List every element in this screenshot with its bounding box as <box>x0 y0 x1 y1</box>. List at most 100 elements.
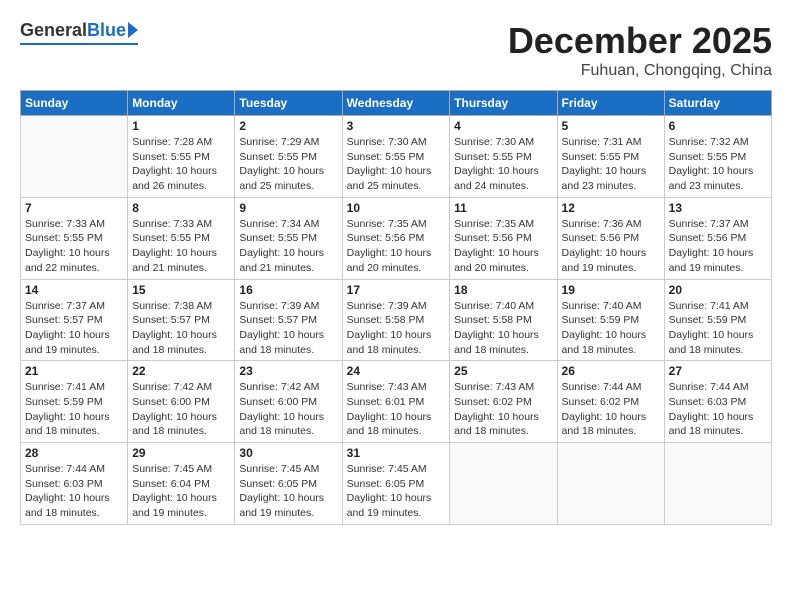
day-number: 7 <box>25 201 123 215</box>
day-info: Sunrise: 7:36 AM Sunset: 5:56 PM Dayligh… <box>562 217 660 276</box>
calendar-cell: 29 Sunrise: 7:45 AM Sunset: 6:04 PM Dayli… <box>128 443 235 525</box>
day-info: Sunrise: 7:42 AM Sunset: 6:00 PM Dayligh… <box>132 380 230 439</box>
day-info: Sunrise: 7:35 AM Sunset: 5:56 PM Dayligh… <box>347 217 446 276</box>
calendar-cell: 26Sunrise: 7:44 AM Sunset: 6:02 PM Dayli… <box>557 361 664 443</box>
day-number: 16 <box>239 283 337 297</box>
month-title: December 2025 <box>508 20 772 62</box>
day-info: Sunrise: 7:44 AM Sunset: 6:03 PM Dayligh… <box>25 462 123 521</box>
calendar-cell: 22 Sunrise: 7:42 AM Sunset: 6:00 PM Dayli… <box>128 361 235 443</box>
calendar-cell: 7 Sunrise: 7:33 AM Sunset: 5:55 PM Daylig… <box>21 197 128 279</box>
calendar-table: SundayMondayTuesdayWednesdayThursdayFrid… <box>20 90 772 525</box>
calendar-cell: 1 Sunrise: 7:28 AM Sunset: 5:55 PM Daylig… <box>128 116 235 198</box>
day-number: 23 <box>239 364 337 378</box>
calendar-cell: 30 Sunrise: 7:45 AM Sunset: 6:05 PM Dayli… <box>235 443 342 525</box>
day-info: Sunrise: 7:43 AM Sunset: 6:01 PM Dayligh… <box>347 380 446 439</box>
calendar-cell: 11 Sunrise: 7:35 AM Sunset: 5:56 PM Dayli… <box>450 197 557 279</box>
day-info: Sunrise: 7:37 AM Sunset: 5:57 PM Dayligh… <box>25 299 123 358</box>
calendar-cell: 5Sunrise: 7:31 AM Sunset: 5:55 PM Daylig… <box>557 116 664 198</box>
calendar-cell: 6 Sunrise: 7:32 AM Sunset: 5:55 PM Daylig… <box>664 116 771 198</box>
day-info: Sunrise: 7:39 AM Sunset: 5:57 PM Dayligh… <box>239 299 337 358</box>
weekday-header-sunday: Sunday <box>21 91 128 116</box>
calendar-cell: 3Sunrise: 7:30 AM Sunset: 5:55 PM Daylig… <box>342 116 450 198</box>
week-row-2: 7 Sunrise: 7:33 AM Sunset: 5:55 PM Daylig… <box>21 197 772 279</box>
day-info: Sunrise: 7:35 AM Sunset: 5:56 PM Dayligh… <box>454 217 552 276</box>
day-number: 12 <box>562 201 660 215</box>
logo-underline <box>20 43 138 45</box>
logo: General Blue <box>20 20 138 45</box>
day-number: 26 <box>562 364 660 378</box>
calendar-cell: 12 Sunrise: 7:36 AM Sunset: 5:56 PM Dayli… <box>557 197 664 279</box>
day-number: 9 <box>239 201 337 215</box>
weekday-header-tuesday: Tuesday <box>235 91 342 116</box>
day-info: Sunrise: 7:29 AM Sunset: 5:55 PM Dayligh… <box>239 135 337 194</box>
day-info: Sunrise: 7:32 AM Sunset: 5:55 PM Dayligh… <box>669 135 767 194</box>
day-number: 25 <box>454 364 552 378</box>
title-block: December 2025 Fuhuan, Chongqing, China <box>508 20 772 80</box>
calendar-cell: 17Sunrise: 7:39 AM Sunset: 5:58 PM Dayli… <box>342 279 450 361</box>
day-number: 5 <box>562 119 660 133</box>
weekday-header-thursday: Thursday <box>450 91 557 116</box>
calendar-cell: 4Sunrise: 7:30 AM Sunset: 5:55 PM Daylig… <box>450 116 557 198</box>
day-info: Sunrise: 7:41 AM Sunset: 5:59 PM Dayligh… <box>25 380 123 439</box>
day-info: Sunrise: 7:42 AM Sunset: 6:00 PM Dayligh… <box>239 380 337 439</box>
week-row-4: 21 Sunrise: 7:41 AM Sunset: 5:59 PM Dayli… <box>21 361 772 443</box>
calendar-cell: 27 Sunrise: 7:44 AM Sunset: 6:03 PM Dayli… <box>664 361 771 443</box>
day-number: 19 <box>562 283 660 297</box>
calendar-cell: 16 Sunrise: 7:39 AM Sunset: 5:57 PM Dayli… <box>235 279 342 361</box>
calendar-cell: 14 Sunrise: 7:37 AM Sunset: 5:57 PM Dayli… <box>21 279 128 361</box>
day-number: 10 <box>347 201 446 215</box>
day-info: Sunrise: 7:41 AM Sunset: 5:59 PM Dayligh… <box>669 299 767 358</box>
day-number: 2 <box>239 119 337 133</box>
day-number: 20 <box>669 283 767 297</box>
weekday-header-monday: Monday <box>128 91 235 116</box>
calendar-cell <box>557 443 664 525</box>
calendar-cell: 28Sunrise: 7:44 AM Sunset: 6:03 PM Dayli… <box>21 443 128 525</box>
calendar-cell <box>664 443 771 525</box>
day-number: 4 <box>454 119 552 133</box>
day-number: 13 <box>669 201 767 215</box>
calendar-cell: 31 Sunrise: 7:45 AM Sunset: 6:05 PM Dayli… <box>342 443 450 525</box>
day-info: Sunrise: 7:40 AM Sunset: 5:58 PM Dayligh… <box>454 299 552 358</box>
day-number: 27 <box>669 364 767 378</box>
day-info: Sunrise: 7:39 AM Sunset: 5:58 PM Dayligh… <box>347 299 446 358</box>
calendar-cell: 9Sunrise: 7:34 AM Sunset: 5:55 PM Daylig… <box>235 197 342 279</box>
calendar-cell: 19Sunrise: 7:40 AM Sunset: 5:59 PM Dayli… <box>557 279 664 361</box>
calendar-cell <box>21 116 128 198</box>
day-info: Sunrise: 7:45 AM Sunset: 6:05 PM Dayligh… <box>347 462 446 521</box>
calendar-cell: 10 Sunrise: 7:35 AM Sunset: 5:56 PM Dayli… <box>342 197 450 279</box>
logo-arrow-icon <box>128 22 138 38</box>
day-number: 1 <box>132 119 230 133</box>
day-info: Sunrise: 7:43 AM Sunset: 6:02 PM Dayligh… <box>454 380 552 439</box>
calendar-cell: 23 Sunrise: 7:42 AM Sunset: 6:00 PM Dayli… <box>235 361 342 443</box>
day-number: 14 <box>25 283 123 297</box>
day-number: 21 <box>25 364 123 378</box>
calendar-cell: 21 Sunrise: 7:41 AM Sunset: 5:59 PM Dayli… <box>21 361 128 443</box>
week-row-3: 14 Sunrise: 7:37 AM Sunset: 5:57 PM Dayli… <box>21 279 772 361</box>
day-info: Sunrise: 7:44 AM Sunset: 6:03 PM Dayligh… <box>669 380 767 439</box>
day-info: Sunrise: 7:33 AM Sunset: 5:55 PM Dayligh… <box>25 217 123 276</box>
location-title: Fuhuan, Chongqing, China <box>508 62 772 80</box>
day-info: Sunrise: 7:45 AM Sunset: 6:05 PM Dayligh… <box>239 462 337 521</box>
day-info: Sunrise: 7:33 AM Sunset: 5:55 PM Dayligh… <box>132 217 230 276</box>
calendar-cell: 13 Sunrise: 7:37 AM Sunset: 5:56 PM Dayli… <box>664 197 771 279</box>
weekday-header-wednesday: Wednesday <box>342 91 450 116</box>
day-info: Sunrise: 7:45 AM Sunset: 6:04 PM Dayligh… <box>132 462 230 521</box>
calendar-cell: 2 Sunrise: 7:29 AM Sunset: 5:55 PM Daylig… <box>235 116 342 198</box>
day-info: Sunrise: 7:37 AM Sunset: 5:56 PM Dayligh… <box>669 217 767 276</box>
page-header: General Blue December 2025 Fuhuan, Chong… <box>20 20 772 80</box>
day-number: 22 <box>132 364 230 378</box>
weekday-header-friday: Friday <box>557 91 664 116</box>
day-number: 29 <box>132 446 230 460</box>
week-row-1: 1 Sunrise: 7:28 AM Sunset: 5:55 PM Daylig… <box>21 116 772 198</box>
calendar-cell <box>450 443 557 525</box>
day-info: Sunrise: 7:38 AM Sunset: 5:57 PM Dayligh… <box>132 299 230 358</box>
calendar-cell: 8Sunrise: 7:33 AM Sunset: 5:55 PM Daylig… <box>128 197 235 279</box>
day-number: 11 <box>454 201 552 215</box>
day-number: 18 <box>454 283 552 297</box>
day-number: 6 <box>669 119 767 133</box>
day-number: 3 <box>347 119 446 133</box>
day-number: 31 <box>347 446 446 460</box>
day-number: 30 <box>239 446 337 460</box>
day-info: Sunrise: 7:28 AM Sunset: 5:55 PM Dayligh… <box>132 135 230 194</box>
day-number: 15 <box>132 283 230 297</box>
